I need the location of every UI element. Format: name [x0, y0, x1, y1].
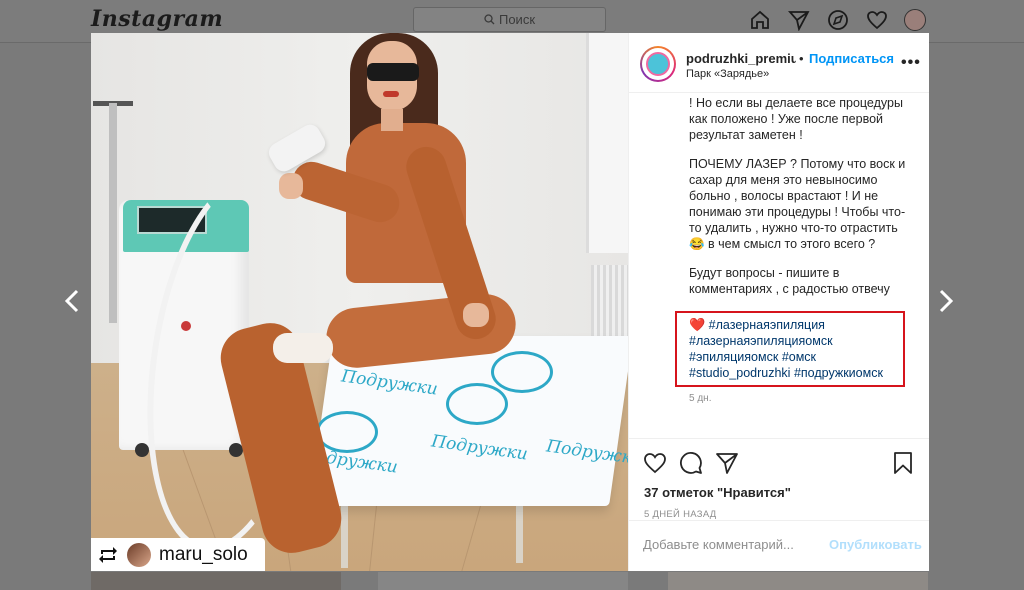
post-timestamp: 5 ДНЕЙ НАЗАД — [644, 509, 717, 520]
comment-bar: Опубликовать — [629, 520, 929, 571]
next-post-button[interactable] — [934, 283, 958, 319]
caption-paragraph: ПОЧЕМУ ЛАЗЕР ? Потому что воск и сахар д… — [689, 157, 906, 251]
hashtag-list: ❤️ #лазернаяэпиляция #лазернаяэпиляцияом… — [689, 317, 904, 381]
follow-button[interactable]: Подписаться — [809, 51, 894, 66]
brand-logo — [646, 52, 670, 76]
more-options-button[interactable]: ••• — [901, 54, 921, 72]
save-button[interactable] — [891, 451, 915, 475]
post-header: podruzhki_premium • Подписаться Парк «За… — [629, 33, 929, 93]
background-thumbnail — [378, 572, 628, 590]
post-location[interactable]: Парк «Зарядье» — [686, 68, 769, 80]
heart-icon[interactable] — [865, 8, 889, 32]
comment-input[interactable] — [643, 537, 833, 552]
hashtag-link[interactable]: #лазернаяэпиляцияомск — [689, 334, 833, 348]
publish-button[interactable]: Опубликовать — [829, 537, 922, 552]
post-photo[interactable]: Подружки Подружки Подружки Подружки maru… — [91, 33, 628, 571]
post-modal: Подружки Подружки Подружки Подружки maru… — [91, 33, 929, 571]
hashtag-link[interactable]: #омск — [782, 350, 816, 364]
caption-paragraph: ! Но если вы делаете все процедуры как п… — [689, 96, 903, 142]
hashtag-link[interactable]: #эпиляцияомск — [689, 350, 778, 364]
paper-plane-icon — [716, 453, 738, 474]
heart-outline-icon — [644, 453, 666, 474]
search-placeholder: Поиск — [498, 12, 536, 27]
instagram-logo[interactable]: Instagram — [91, 6, 223, 32]
chevron-left-icon — [64, 289, 79, 313]
account-username[interactable]: podruzhki_premium — [686, 51, 796, 66]
repost-badge[interactable]: maru_solo — [91, 538, 265, 571]
previous-post-button[interactable] — [60, 283, 84, 319]
home-icon[interactable] — [748, 8, 772, 32]
repost-username[interactable]: maru_solo — [159, 544, 248, 566]
likes-count[interactable]: 37 отметок "Нравится" — [644, 485, 791, 500]
speech-bubble-icon — [680, 452, 702, 474]
caption-paragraph: Будут вопросы - пишите в комментариях , … — [689, 266, 890, 296]
account-avatar[interactable] — [642, 48, 674, 80]
background-thumbnail — [668, 572, 928, 590]
heart-emoji: ❤️ — [689, 317, 706, 332]
hashtag-link[interactable]: #подружкиомск — [794, 366, 883, 380]
like-button[interactable] — [643, 451, 667, 475]
search-box[interactable]: Поиск — [413, 7, 606, 32]
search-icon — [484, 14, 495, 25]
separator-dot: • — [799, 51, 804, 66]
direct-messages-icon[interactable] — [787, 8, 811, 32]
post-sidebar: podruzhki_premium • Подписаться Парк «За… — [628, 33, 929, 571]
hashtag-link[interactable]: #studio_podruzhki — [689, 366, 790, 380]
compass-icon[interactable] — [826, 8, 850, 32]
hashtag-link[interactable]: #лазернаяэпиляция — [709, 318, 825, 332]
repost-icon — [99, 546, 117, 563]
share-button[interactable] — [715, 451, 739, 475]
repost-avatar — [127, 542, 151, 567]
profile-avatar[interactable] — [904, 9, 926, 31]
comment-button[interactable] — [679, 451, 703, 475]
caption-timestamp: 5 дн. — [689, 393, 712, 404]
bookmark-icon — [894, 452, 912, 474]
chevron-right-icon — [939, 289, 954, 313]
background-thumbnail — [91, 572, 341, 590]
